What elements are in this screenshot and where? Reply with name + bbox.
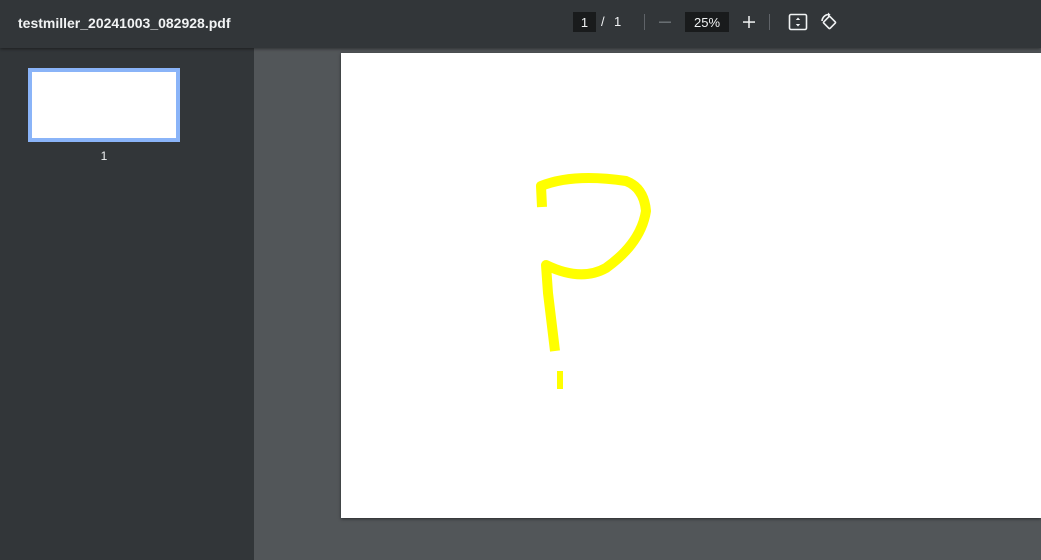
pdf-toolbar: testmiller_20241003_082928.pdf / 1 <box>0 0 1041 48</box>
rotate-button[interactable] <box>816 9 842 35</box>
page-separator: / <box>601 14 605 29</box>
page-thumbnail[interactable] <box>28 68 180 142</box>
toolbar-divider <box>769 14 770 30</box>
rotate-icon <box>821 12 837 30</box>
document-viewer[interactable] <box>254 48 1041 560</box>
page-number-input[interactable] <box>573 12 596 32</box>
pdf-page <box>341 53 1041 518</box>
thumbnail-sidebar: 1 <box>0 48 254 560</box>
plus-icon <box>743 16 755 28</box>
question-mark-drawing <box>536 172 651 389</box>
minus-icon <box>659 21 671 23</box>
zoom-out-button[interactable] <box>652 9 678 35</box>
fit-to-page-icon <box>788 13 808 31</box>
zoom-input[interactable] <box>685 12 729 32</box>
toolbar-divider <box>644 14 645 30</box>
file-title: testmiller_20241003_082928.pdf <box>18 15 231 31</box>
thumbnail-page-number: 1 <box>100 149 108 163</box>
page-total: 1 <box>614 14 622 29</box>
zoom-in-button[interactable] <box>736 9 762 35</box>
fit-to-page-button[interactable] <box>785 9 811 35</box>
